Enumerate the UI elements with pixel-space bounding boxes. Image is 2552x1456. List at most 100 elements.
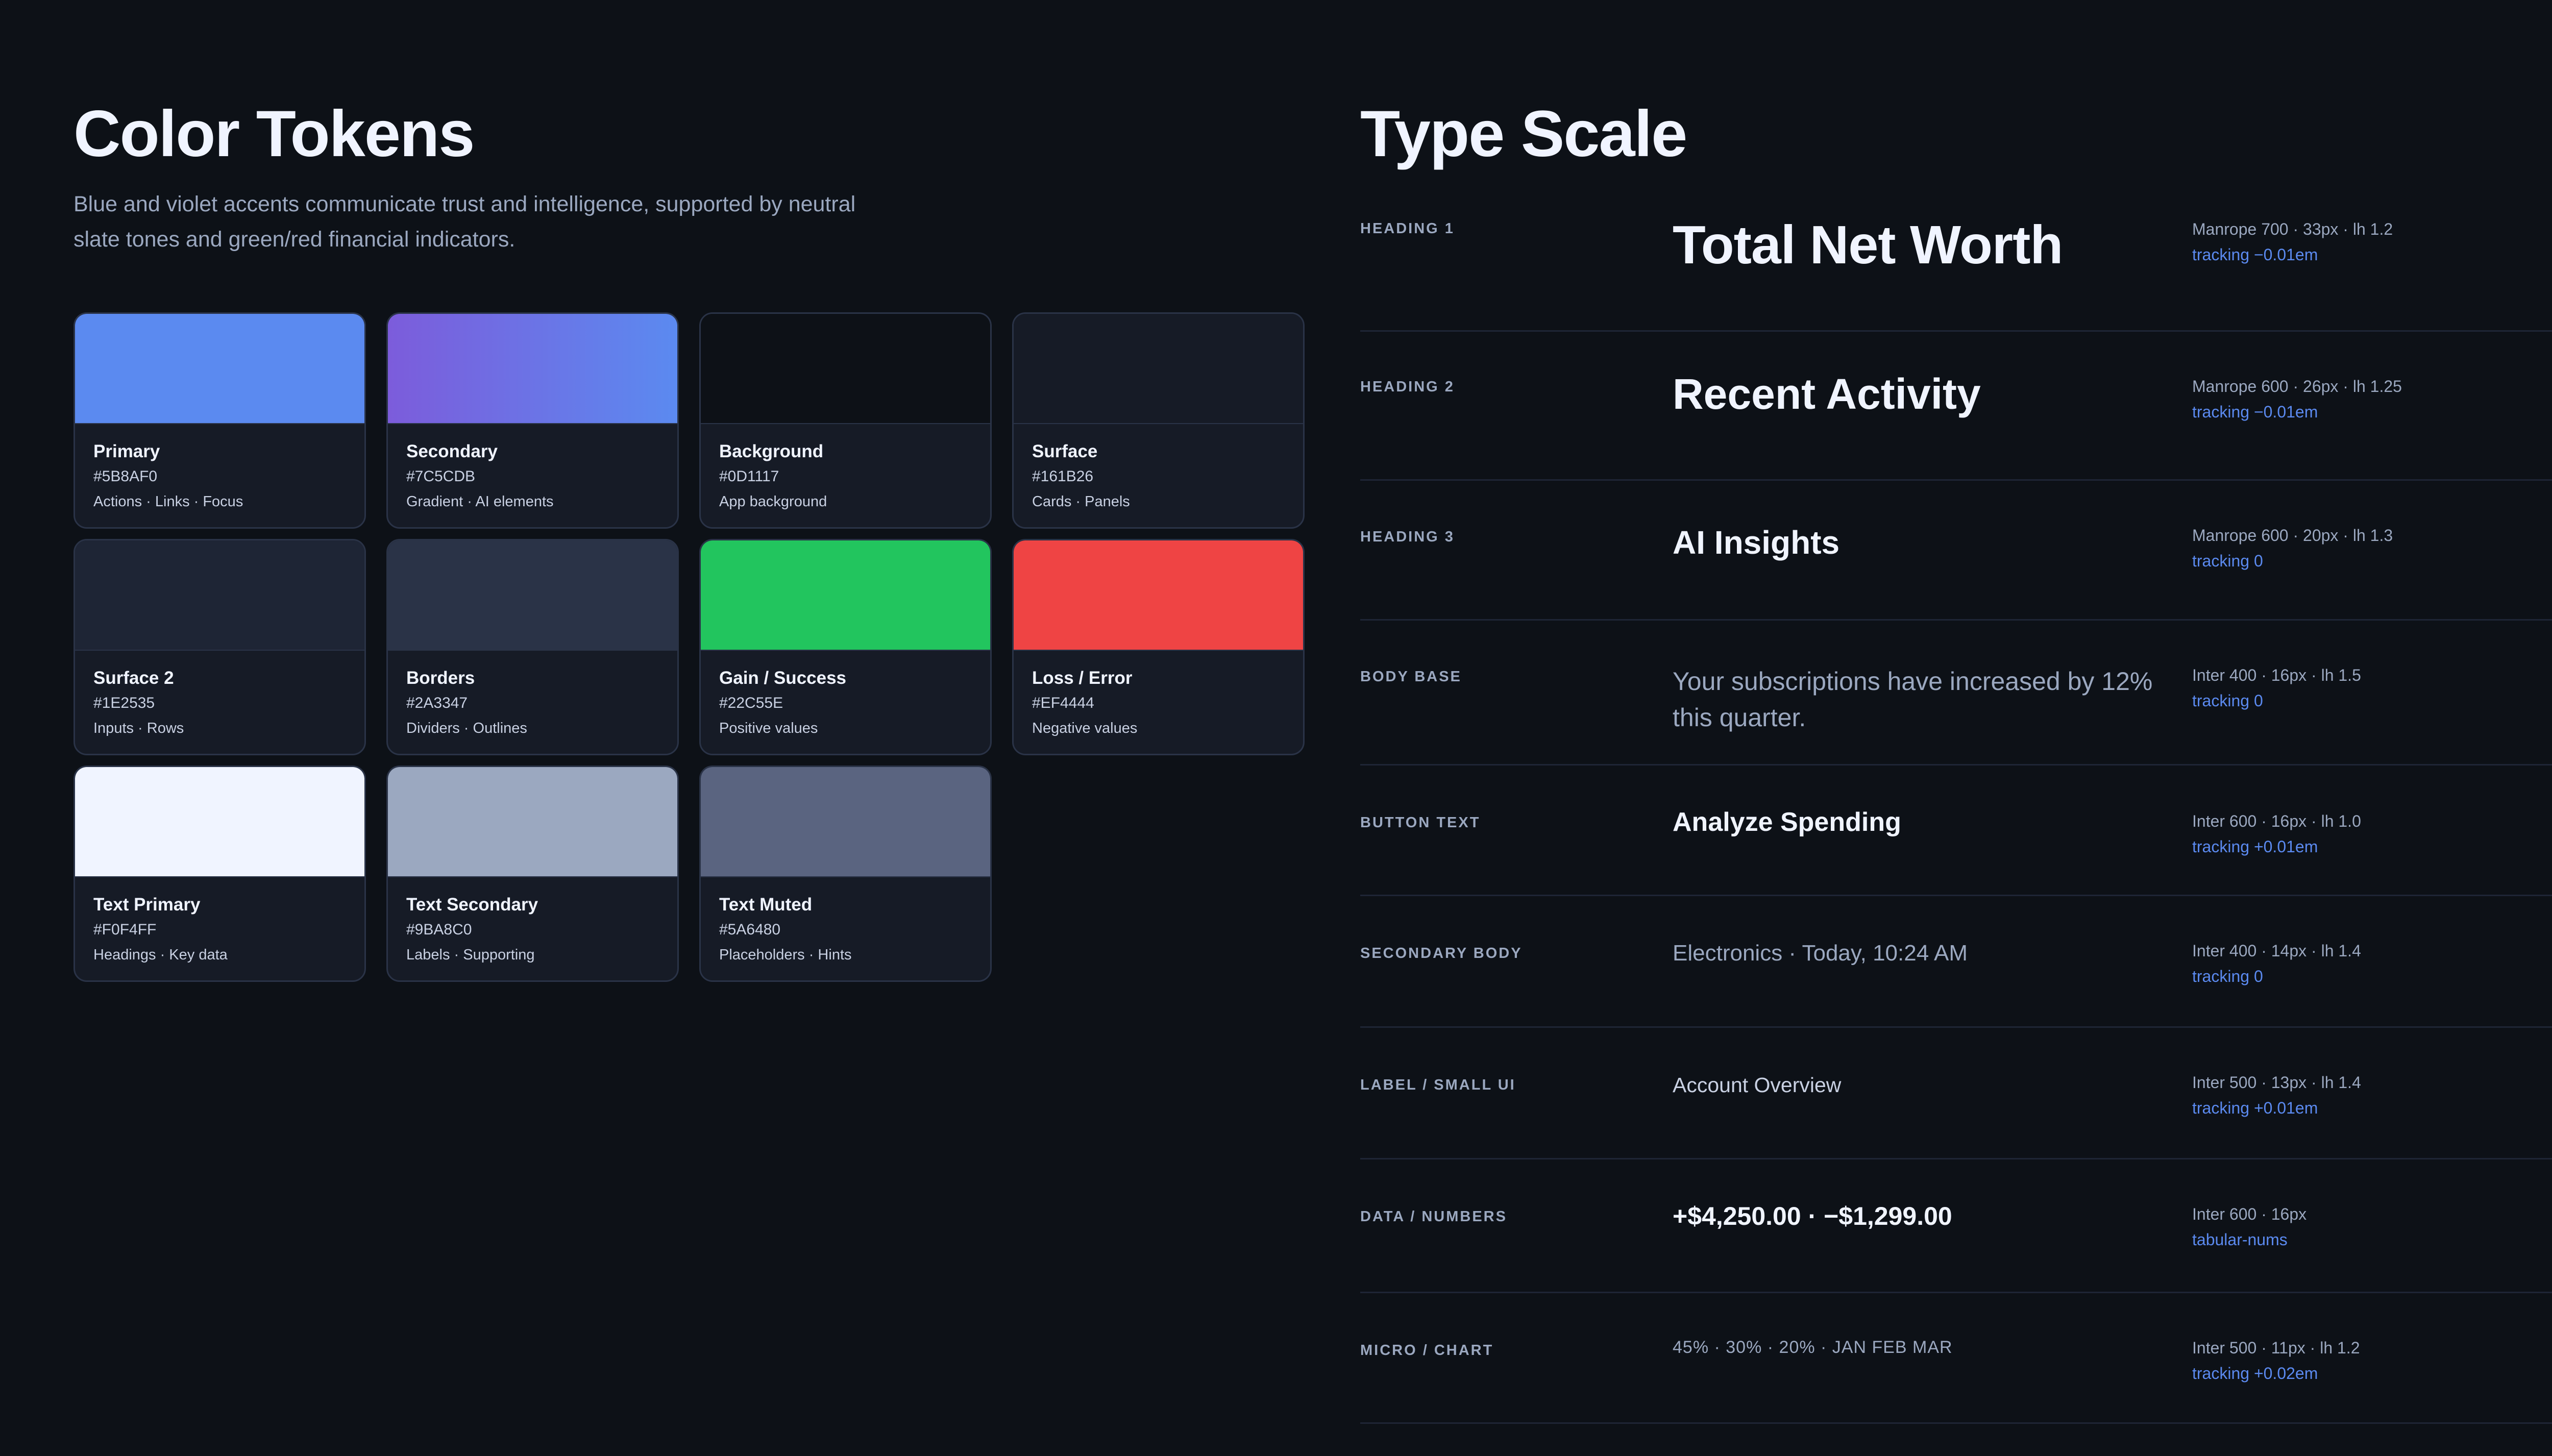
color-card-primary: Primary #5B8AF0 Actions · Links · Focus — [73, 312, 366, 529]
color-card-text-muted: Text Muted #5A6480 Placeholders · Hints — [699, 766, 992, 982]
color-hex: #5A6480 — [719, 921, 781, 938]
color-hex: #22C55E — [719, 695, 783, 711]
color-usage: Positive values — [719, 720, 818, 736]
color-swatch — [1014, 540, 1303, 651]
color-hex: #7C5CDB — [406, 468, 476, 485]
color-usage: Negative values — [1032, 720, 1138, 736]
color-hex: #EF4444 — [1032, 695, 1094, 711]
color-hex: #9BA8C0 — [406, 921, 472, 938]
color-token-grid: Primary #5B8AF0 Actions · Links · Focus … — [73, 312, 1305, 982]
type-sample: 45% · 30% · 20% · JAN FEB MAR — [1673, 1338, 1953, 1357]
color-usage: Dividers · Outlines — [406, 720, 527, 736]
type-spec: Inter 500 · 11px · lh 1.2 — [2192, 1339, 2360, 1357]
color-hex: #2A3347 — [406, 695, 468, 711]
type-tracking: tabular-nums — [2192, 1230, 2288, 1249]
color-name: Surface 2 — [93, 668, 174, 688]
color-name: Text Secondary — [406, 895, 538, 915]
type-label: DATA / NUMBERS — [1360, 1208, 1507, 1225]
type-tracking: tracking 0 — [2192, 692, 2263, 710]
color-usage: Headings · Key data — [93, 947, 228, 963]
color-swatch — [388, 767, 677, 877]
type-tracking: tracking +0.01em — [2192, 837, 2318, 856]
color-swatch — [75, 767, 364, 877]
color-usage: Labels · Supporting — [406, 947, 535, 963]
type-spec: Inter 400 · 14px · lh 1.4 — [2192, 942, 2361, 960]
design-system-page: Color Tokens Blue and violet accents com… — [0, 0, 2552, 1456]
color-name: Secondary — [406, 441, 498, 461]
color-card-text-secondary: Text Secondary #9BA8C0 Labels · Supporti… — [386, 766, 679, 982]
type-scale-list: HEADING 1 Total Net Worth Manrope 700 · … — [1360, 200, 2552, 1424]
color-swatch — [701, 767, 990, 877]
type-label: SECONDARY BODY — [1360, 945, 1523, 961]
type-row-body-base: BODY BASE Your subscriptions have increa… — [1360, 621, 2552, 766]
color-usage: App background — [719, 493, 827, 510]
color-card-gain-success: Gain / Success #22C55E Positive values — [699, 539, 992, 755]
type-row-label-small-ui: LABEL / SMALL UI Account Overview Inter … — [1360, 1028, 2552, 1159]
color-swatch — [1014, 314, 1303, 424]
color-tokens-description: Blue and violet accents communicate trus… — [73, 192, 856, 252]
type-spec: Inter 400 · 16px · lh 1.5 — [2192, 666, 2361, 684]
color-card-secondary: Secondary #7C5CDB Gradient · AI elements — [386, 312, 679, 529]
type-row-button-text: BUTTON TEXT Analyze Spending Inter 600 ·… — [1360, 766, 2552, 896]
color-name: Text Muted — [719, 895, 813, 915]
type-row-secondary-body: SECONDARY BODY Electronics · Today, 10:2… — [1360, 896, 2552, 1028]
color-hex: #5B8AF0 — [93, 468, 158, 485]
type-label: HEADING 3 — [1360, 529, 1455, 545]
type-meta: Inter 400 · 14px · lh 1.4 tracking 0 — [2192, 938, 2361, 989]
color-swatch — [388, 314, 677, 424]
type-spec: Manrope 600 · 26px · lh 1.25 — [2192, 377, 2402, 396]
color-usage: Cards · Panels — [1032, 493, 1130, 510]
color-usage: Inputs · Rows — [93, 720, 184, 736]
color-swatch — [75, 540, 364, 651]
type-tracking: tracking +0.02em — [2192, 1364, 2318, 1383]
type-row-heading-2: HEADING 2 Recent Activity Manrope 600 · … — [1360, 332, 2552, 481]
type-meta: Inter 500 · 13px · lh 1.4 tracking +0.01… — [2192, 1070, 2361, 1121]
color-hex: #F0F4FF — [93, 921, 157, 938]
color-hex: #161B26 — [1032, 468, 1094, 485]
type-spec: Manrope 600 · 20px · lh 1.3 — [2192, 526, 2393, 545]
color-card-loss-error: Loss / Error #EF4444 Negative values — [1012, 539, 1305, 755]
type-label: HEADING 2 — [1360, 379, 1455, 395]
color-card-text-primary: Text Primary #F0F4FF Headings · Key data — [73, 766, 366, 982]
color-tokens-title: Color Tokens — [73, 97, 475, 170]
type-sample: +$4,250.00 · −$1,299.00 — [1673, 1202, 1952, 1230]
color-swatch — [701, 314, 990, 424]
color-name: Primary — [93, 441, 160, 461]
type-meta: Inter 600 · 16px tabular-nums — [2192, 1201, 2306, 1252]
type-row-heading-1: HEADING 1 Total Net Worth Manrope 700 · … — [1360, 200, 2552, 332]
type-sample: Total Net Worth — [1673, 215, 2063, 275]
type-tracking: tracking 0 — [2192, 967, 2263, 985]
color-swatch — [701, 540, 990, 651]
color-name: Borders — [406, 668, 475, 688]
color-swatch — [388, 540, 677, 651]
type-label: HEADING 1 — [1360, 220, 1455, 237]
type-label: LABEL / SMALL UI — [1360, 1077, 1516, 1093]
type-row-micro-chart: MICRO / CHART 45% · 30% · 20% · JAN FEB … — [1360, 1293, 2552, 1424]
type-label: BUTTON TEXT — [1360, 815, 1481, 831]
color-name: Text Primary — [93, 895, 201, 915]
type-meta: Inter 500 · 11px · lh 1.2 tracking +0.02… — [2192, 1335, 2360, 1386]
color-usage: Placeholders · Hints — [719, 947, 852, 963]
type-tracking: tracking +0.01em — [2192, 1099, 2318, 1117]
type-sample: Your subscriptions have increased by 12%… — [1673, 667, 2153, 732]
type-meta: Manrope 700 · 33px · lh 1.2 tracking −0.… — [2192, 216, 2393, 267]
type-meta: Manrope 600 · 20px · lh 1.3 tracking 0 — [2192, 523, 2393, 574]
color-name: Surface — [1032, 441, 1098, 461]
color-card-surface: Surface #161B26 Cards · Panels — [1012, 312, 1305, 529]
color-swatch — [75, 314, 364, 424]
type-label: BODY BASE — [1360, 669, 1462, 685]
color-hex: #0D1117 — [719, 468, 779, 485]
color-name: Loss / Error — [1032, 668, 1133, 688]
type-spec: Inter 600 · 16px · lh 1.0 — [2192, 812, 2361, 830]
color-name: Background — [719, 441, 824, 461]
type-spec: Inter 500 · 13px · lh 1.4 — [2192, 1073, 2361, 1092]
type-sample: Electronics · Today, 10:24 AM — [1673, 941, 1968, 966]
color-name: Gain / Success — [719, 668, 847, 688]
color-card-surface-2: Surface 2 #1E2535 Inputs · Rows — [73, 539, 366, 755]
type-meta: Inter 600 · 16px · lh 1.0 tracking +0.01… — [2192, 808, 2361, 859]
color-card-background: Background #0D1117 App background — [699, 312, 992, 529]
color-hex: #1E2535 — [93, 695, 155, 711]
type-meta: Manrope 600 · 26px · lh 1.25 tracking −0… — [2192, 374, 2402, 425]
type-tracking: tracking −0.01em — [2192, 403, 2318, 421]
type-sample: Account Overview — [1673, 1073, 1842, 1097]
